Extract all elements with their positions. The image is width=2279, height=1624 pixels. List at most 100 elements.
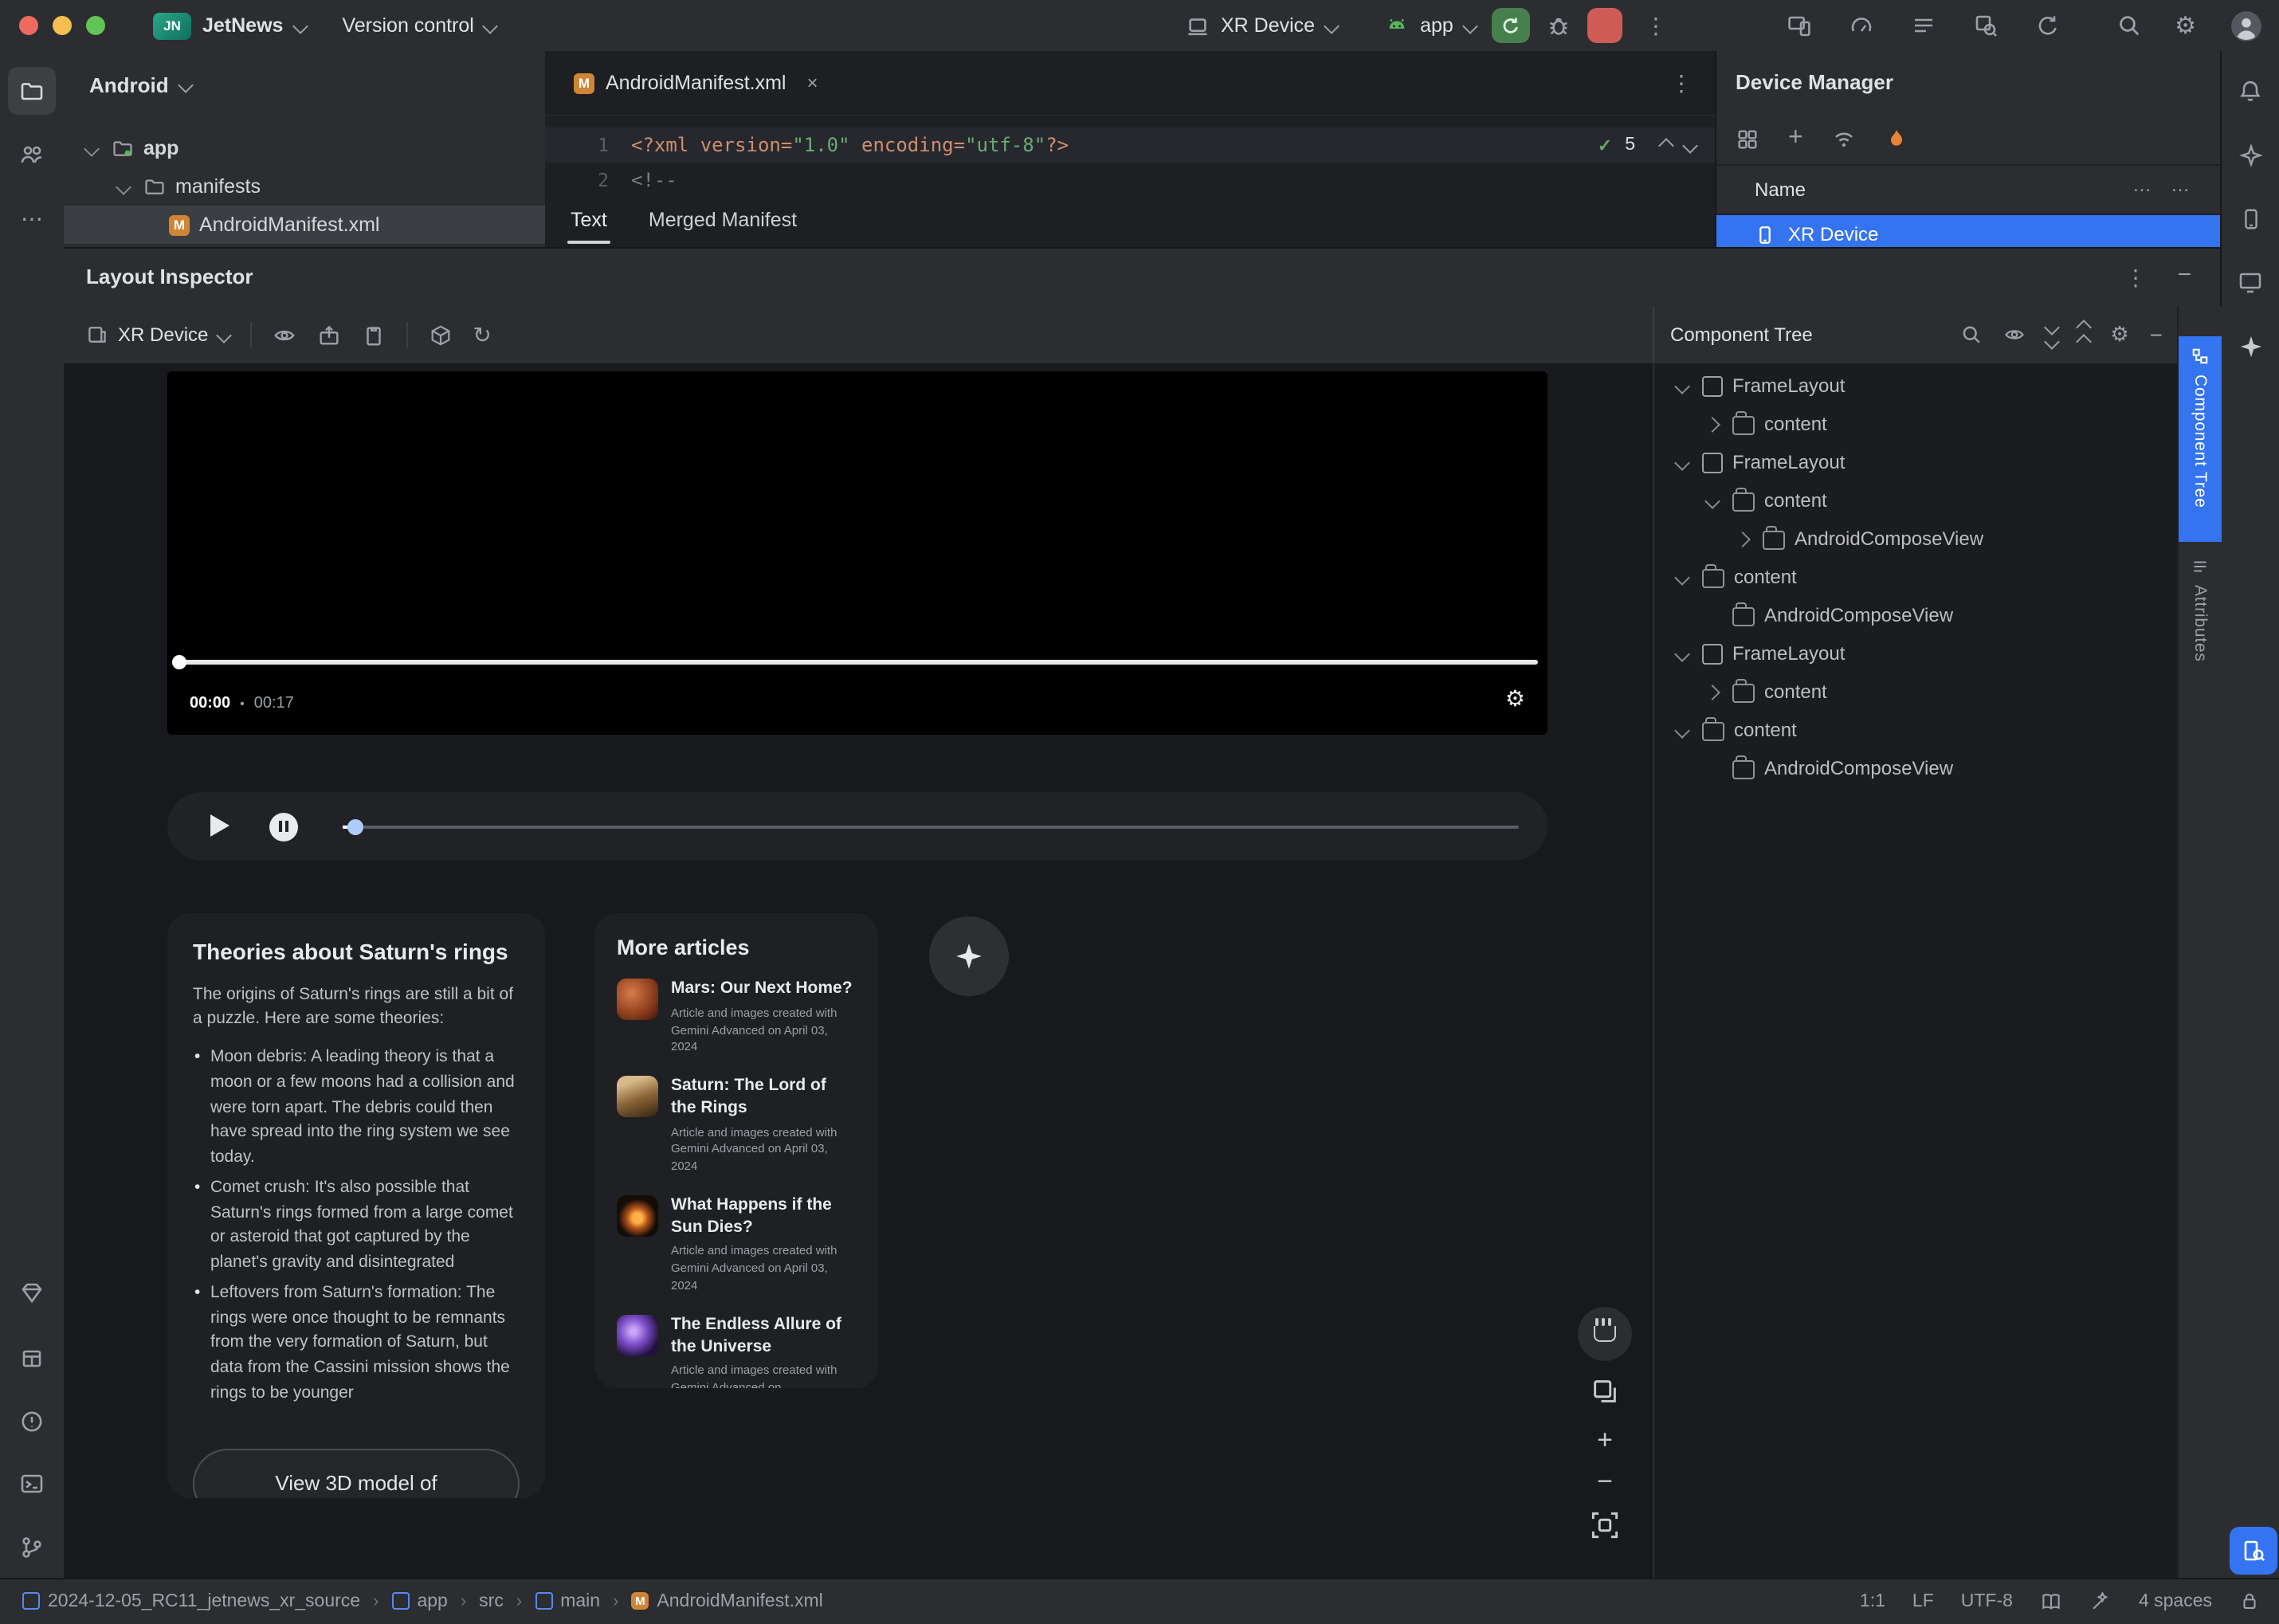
more-run-actions-icon[interactable]: ⋮: [1645, 12, 1667, 39]
hide-tree-icon[interactable]: −: [2150, 322, 2163, 347]
commit-tool-button[interactable]: [8, 1269, 56, 1316]
tree-node-framelayout[interactable]: FrameLayout: [1654, 634, 2179, 673]
inspector-device-selector[interactable]: XR Device: [86, 324, 232, 346]
tree-node-framelayout[interactable]: FrameLayout: [1654, 443, 2179, 481]
tree-node-content[interactable]: content: [1654, 673, 2179, 711]
tree-node-framelayout[interactable]: FrameLayout: [1654, 367, 2179, 405]
article-item[interactable]: What Happens if the Sun Dies? Article an…: [617, 1195, 856, 1296]
snapshot-icon[interactable]: [316, 323, 340, 347]
tree-node-content[interactable]: content: [1654, 481, 2179, 520]
device-grid-icon[interactable]: [1736, 127, 1759, 151]
indent-widget[interactable]: 4 spaces: [2139, 1591, 2212, 1610]
chevron-down-icon[interactable]: [1673, 645, 1689, 661]
device-mirroring-icon[interactable]: [1787, 13, 1812, 38]
breadcrumb-src[interactable]: src: [479, 1591, 504, 1610]
problems-tool-button[interactable]: [8, 1398, 56, 1446]
article-item[interactable]: Saturn: The Lord of the Rings Article an…: [617, 1076, 856, 1177]
reader-mode-icon[interactable]: [2040, 1590, 2062, 1612]
zoom-to-fit-button[interactable]: [1591, 1511, 1619, 1540]
settings-gear-icon[interactable]: ⚙: [2175, 11, 2196, 40]
tree-node-manifests[interactable]: manifests: [64, 167, 545, 206]
breadcrumb-main[interactable]: main: [535, 1591, 600, 1610]
close-window-button[interactable]: [19, 16, 38, 35]
sync-icon[interactable]: [2035, 13, 2061, 38]
expand-all-icon[interactable]: [2044, 320, 2061, 350]
gemini-tool-button[interactable]: [2226, 322, 2274, 370]
play-icon[interactable]: [210, 814, 229, 837]
view-tab-merged-manifest[interactable]: Merged Manifest: [649, 209, 797, 231]
tree-node-androidcomposeview[interactable]: AndroidComposeView: [1654, 520, 2179, 558]
line-separator-widget[interactable]: LF: [1912, 1591, 1934, 1610]
encoding-widget[interactable]: UTF-8: [1961, 1591, 2013, 1610]
structure-tool-button[interactable]: [8, 131, 56, 178]
column-options-icon[interactable]: …: [2132, 174, 2152, 196]
article-item[interactable]: Mars: Our Next Home? Article and images …: [617, 979, 856, 1057]
breadcrumb-file[interactable]: M AndroidManifest.xml: [631, 1591, 823, 1610]
version-control-tool-button[interactable]: [8, 1524, 56, 1571]
pair-wifi-icon[interactable]: [1832, 126, 1857, 151]
code-line-1[interactable]: 1 <?xml version="1.0" encoding="utf-8"?>: [545, 127, 1715, 163]
notifications-tool-button[interactable]: [2226, 67, 2274, 115]
ai-assistant-tool-button[interactable]: [2226, 131, 2274, 178]
inspector-canvas[interactable]: 00:00 • 00:17 ⚙ Theories about Saturn's …: [64, 363, 1653, 1579]
editor-options-icon[interactable]: ⋮: [1670, 70, 1693, 97]
zoom-out-button[interactable]: −: [1578, 1466, 1632, 1498]
tree-node-androidcomposeview[interactable]: AndroidComposeView: [1654, 596, 2179, 634]
highlighting-icon[interactable]: [2089, 1590, 2112, 1612]
zoom-in-button[interactable]: +: [1578, 1422, 1632, 1460]
caret-position-widget[interactable]: 1:1: [1860, 1591, 1885, 1610]
code-line-2[interactable]: 2 <!--: [545, 163, 1715, 198]
tree-node-content[interactable]: content: [1654, 711, 2179, 749]
running-devices-tool-button[interactable]: [2226, 258, 2274, 306]
minimize-window-button[interactable]: [53, 16, 72, 35]
vcs-widget[interactable]: Version control: [342, 14, 473, 37]
editor-tab[interactable]: M AndroidManifest.xml ×: [555, 51, 837, 115]
device-table-name-header[interactable]: Name: [1755, 166, 1806, 214]
avatar[interactable]: [2230, 9, 2263, 42]
minimize-panel-icon[interactable]: −: [2177, 261, 2191, 288]
tree-node-androidcomposeview[interactable]: AndroidComposeView: [1654, 749, 2179, 787]
chevron-down-icon[interactable]: [1673, 454, 1689, 470]
prev-problem-icon[interactable]: [1658, 137, 1674, 153]
pause-button[interactable]: [269, 812, 298, 841]
layout-inspector-tool-button[interactable]: [2230, 1527, 2277, 1575]
run-configuration-selector[interactable]: app: [1385, 14, 1478, 37]
debug-button[interactable]: [1546, 13, 1571, 38]
layer-spacing-button[interactable]: [1591, 1377, 1619, 1406]
device-manager-tool-button[interactable]: [2226, 194, 2274, 242]
chevron-down-icon[interactable]: [1673, 722, 1689, 738]
search-icon[interactable]: [1960, 324, 1983, 346]
rerun-button[interactable]: [1491, 8, 1530, 43]
pan-mode-button[interactable]: [1578, 1307, 1632, 1361]
device-row-xr-device[interactable]: XR Device: [1716, 215, 2222, 247]
app-inspection-icon[interactable]: [1973, 13, 1999, 38]
logcat-icon[interactable]: [1911, 13, 1936, 38]
table-options-icon[interactable]: …: [2171, 174, 2190, 196]
side-tab-component-tree[interactable]: Component Tree: [2179, 336, 2222, 542]
3d-mode-icon[interactable]: [428, 323, 452, 347]
stop-button[interactable]: [1587, 8, 1622, 43]
gemini-fab-button[interactable]: [929, 916, 1009, 996]
tree-settings-gear-icon[interactable]: ⚙: [2110, 322, 2128, 347]
maximize-window-button[interactable]: [86, 16, 105, 35]
firebase-flame-icon[interactable]: [1886, 127, 1908, 150]
side-tab-attributes[interactable]: Attributes: [2179, 547, 2222, 676]
seek-thumb[interactable]: [347, 818, 363, 834]
project-widget[interactable]: JetNews: [202, 14, 283, 37]
visibility-eye-icon[interactable]: [2003, 324, 2026, 346]
panel-options-icon[interactable]: ⋮: [2124, 265, 2147, 292]
refresh-icon[interactable]: ↻: [473, 321, 491, 348]
more-tool-windows-button[interactable]: ⋯: [8, 194, 56, 242]
tree-node-content[interactable]: content: [1654, 405, 2179, 443]
lock-icon[interactable]: [2239, 1591, 2260, 1611]
video-progress-bar[interactable]: [177, 660, 1538, 664]
collapse-all-icon[interactable]: [2076, 320, 2093, 350]
add-device-icon[interactable]: +: [1788, 124, 1803, 153]
build-tool-button[interactable]: [8, 1334, 56, 1382]
close-tab-icon[interactable]: ×: [807, 72, 818, 94]
video-settings-icon[interactable]: ⚙: [1505, 685, 1525, 712]
terminal-tool-button[interactable]: [8, 1460, 56, 1508]
view-tab-text[interactable]: Text: [567, 209, 610, 244]
article-item[interactable]: The Endless Allure of the Universe Artic…: [617, 1315, 856, 1388]
view-options-eye-icon[interactable]: [272, 323, 296, 347]
